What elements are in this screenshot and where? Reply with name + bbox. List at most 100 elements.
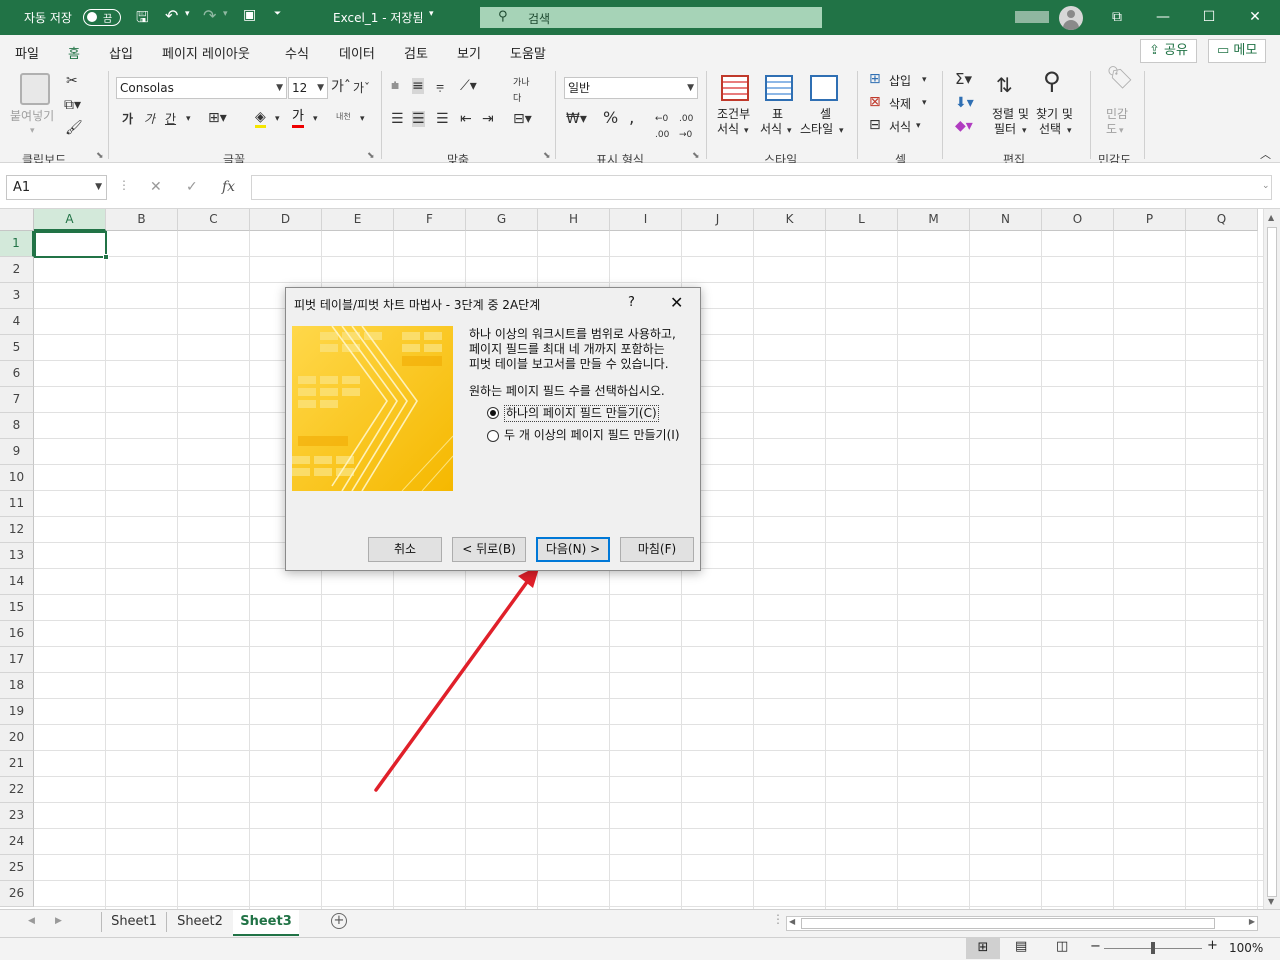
row-header[interactable]: 15 xyxy=(0,595,34,621)
alignment-launcher-icon[interactable]: ⬊ xyxy=(543,151,551,161)
zoom-slider-thumb[interactable] xyxy=(1151,942,1155,954)
column-header[interactable]: I xyxy=(610,209,682,231)
column-header[interactable]: N xyxy=(970,209,1042,231)
row-header[interactable]: 5 xyxy=(0,335,34,361)
number-launcher-icon[interactable]: ⬊ xyxy=(692,151,700,161)
option-single-page-field-radio[interactable] xyxy=(487,407,499,419)
maximize-icon[interactable]: ☐ xyxy=(1186,6,1232,30)
option-multiple-page-fields-radio[interactable] xyxy=(487,430,499,442)
collapse-ribbon-icon[interactable]: ︿ xyxy=(1260,147,1271,163)
autosave-toggle[interactable]: 끔 xyxy=(83,9,121,26)
next-sheet-icon[interactable]: ▶ xyxy=(55,916,62,926)
scroll-up-icon[interactable]: ▲ xyxy=(1268,213,1274,222)
merge-center-icon[interactable]: ⊟▾ xyxy=(513,111,532,127)
horizontal-scrollbar[interactable]: ◀ ▶ xyxy=(786,916,1258,931)
row-header[interactable]: 26 xyxy=(0,881,34,907)
help-button[interactable]: ? xyxy=(628,295,635,310)
underline-button[interactable]: 간 xyxy=(165,111,176,127)
share-button[interactable]: ⇪ 공유 xyxy=(1140,39,1197,63)
name-box[interactable]: A1 ▼ xyxy=(6,175,107,200)
zoom-level[interactable]: 100% xyxy=(1229,941,1263,955)
search-box[interactable]: ⚲ 검색 xyxy=(480,7,822,28)
row-header[interactable]: 21 xyxy=(0,751,34,777)
sort-filter-icon[interactable]: ⇅ xyxy=(996,75,1013,95)
expand-formula-icon[interactable]: ⌄ xyxy=(1262,181,1270,191)
chevron-down-icon[interactable]: ▾ xyxy=(1022,123,1027,139)
redo-icon[interactable]: ↷ xyxy=(203,6,216,25)
fill-dropdown-icon[interactable]: ▾ xyxy=(275,111,280,127)
row-header[interactable]: 10 xyxy=(0,465,34,491)
tab-view[interactable]: 보기 xyxy=(457,43,481,62)
insert-cells-icon[interactable]: ⊞ xyxy=(869,71,881,87)
chevron-down-icon[interactable]: ▾ xyxy=(916,118,921,134)
chevron-down-icon[interactable]: ▾ xyxy=(1067,123,1072,139)
column-header[interactable]: Q xyxy=(1186,209,1258,231)
page-break-view-icon[interactable]: ◫ xyxy=(1056,939,1068,954)
insert-cells-button[interactable]: 삽입 xyxy=(889,72,911,89)
scroll-down-icon[interactable]: ▼ xyxy=(1268,897,1274,906)
document-title[interactable]: Excel_1 - 저장됨 xyxy=(333,9,424,26)
column-header[interactable]: K xyxy=(754,209,826,231)
insert-function-button[interactable]: fx xyxy=(222,179,235,195)
format-cells-button[interactable]: 서식 xyxy=(889,118,911,135)
font-size-select[interactable]: 12 ▼ xyxy=(288,77,328,99)
tab-formulas[interactable]: 수식 xyxy=(285,43,309,62)
chevron-down-icon[interactable]: ▾ xyxy=(744,123,749,139)
undo-dropdown-icon[interactable]: ▾ xyxy=(185,9,190,19)
save-icon[interactable]: 🖫 xyxy=(136,7,149,32)
title-dropdown-icon[interactable]: ▾ xyxy=(429,9,434,19)
finish-button[interactable]: 마침(F) xyxy=(620,537,694,562)
column-header[interactable]: H xyxy=(538,209,610,231)
normal-view-icon[interactable]: ⊞ xyxy=(966,938,1000,959)
sheet-tab-2[interactable]: Sheet2 xyxy=(167,910,233,936)
tab-help[interactable]: 도움말 xyxy=(510,43,546,62)
italic-button[interactable]: 가 xyxy=(144,111,155,127)
percent-button[interactable]: % xyxy=(603,110,618,126)
minimize-icon[interactable]: — xyxy=(1140,6,1186,30)
chevron-down-icon[interactable]: ▾ xyxy=(787,123,792,139)
enter-icon[interactable]: ✓ xyxy=(186,179,198,195)
hscroll-thumb[interactable] xyxy=(801,918,1215,929)
option-multiple-page-fields-label[interactable]: 두 개 이상의 페이지 필드 만들기(I) xyxy=(504,428,680,443)
close-icon[interactable]: ✕ xyxy=(670,293,683,312)
tab-splitter-icon[interactable]: ⋮ xyxy=(772,912,784,926)
tab-review[interactable]: 검토 xyxy=(404,43,428,62)
underline-dropdown-icon[interactable]: ▾ xyxy=(186,111,191,127)
row-header[interactable]: 14 xyxy=(0,569,34,595)
tab-data[interactable]: 데이터 xyxy=(339,43,375,62)
column-header[interactable]: J xyxy=(682,209,754,231)
page-layout-view-icon[interactable]: ▤ xyxy=(1015,939,1027,954)
row-header[interactable]: 4 xyxy=(0,309,34,335)
align-left-icon[interactable]: ☰ xyxy=(391,111,404,127)
tab-file[interactable]: 파일 xyxy=(15,43,39,62)
back-button[interactable]: < 뒤로(B) xyxy=(452,537,526,562)
comments-button[interactable]: ▭ 메모 xyxy=(1208,39,1267,63)
sensitivity-icon[interactable]: 🏷 xyxy=(1106,68,1134,90)
scroll-left-icon[interactable]: ◀ xyxy=(789,917,795,926)
option-single-page-field-label[interactable]: 하나의 페이지 필드 만들기(C) xyxy=(504,405,659,422)
increase-indent-icon[interactable]: ⇥ xyxy=(482,111,494,127)
delete-cells-icon[interactable]: ⊠ xyxy=(869,94,881,110)
avatar[interactable] xyxy=(1059,6,1083,30)
row-header[interactable]: 8 xyxy=(0,413,34,439)
tab-page-layout[interactable]: 페이지 레이아웃 xyxy=(162,43,250,62)
add-sheet-icon[interactable]: + xyxy=(331,913,347,929)
redo-dropdown-icon[interactable]: ▾ xyxy=(223,9,228,19)
row-header[interactable]: 2 xyxy=(0,257,34,283)
fill-icon[interactable]: ⬇▾ xyxy=(955,95,974,111)
row-header[interactable]: 1 xyxy=(0,231,34,257)
scroll-thumb[interactable] xyxy=(1267,227,1277,897)
row-header[interactable]: 25 xyxy=(0,855,34,881)
chevron-down-icon[interactable]: ▾ xyxy=(839,123,844,139)
currency-icon[interactable]: ₩▾ xyxy=(566,111,587,127)
sort-filter-label-2[interactable]: 필터 xyxy=(994,120,1016,137)
row-header[interactable]: 22 xyxy=(0,777,34,803)
zoom-in-icon[interactable]: + xyxy=(1207,938,1218,953)
active-cell[interactable] xyxy=(34,231,109,260)
increase-decimal-icon[interactable]: ←0.00 xyxy=(655,111,669,143)
row-header[interactable]: 12 xyxy=(0,517,34,543)
column-header[interactable]: D xyxy=(250,209,322,231)
ribbon-display-icon[interactable]: ⧉ xyxy=(1094,6,1140,30)
chevron-down-icon[interactable]: ▾ xyxy=(922,95,927,111)
column-header[interactable]: F xyxy=(394,209,466,231)
